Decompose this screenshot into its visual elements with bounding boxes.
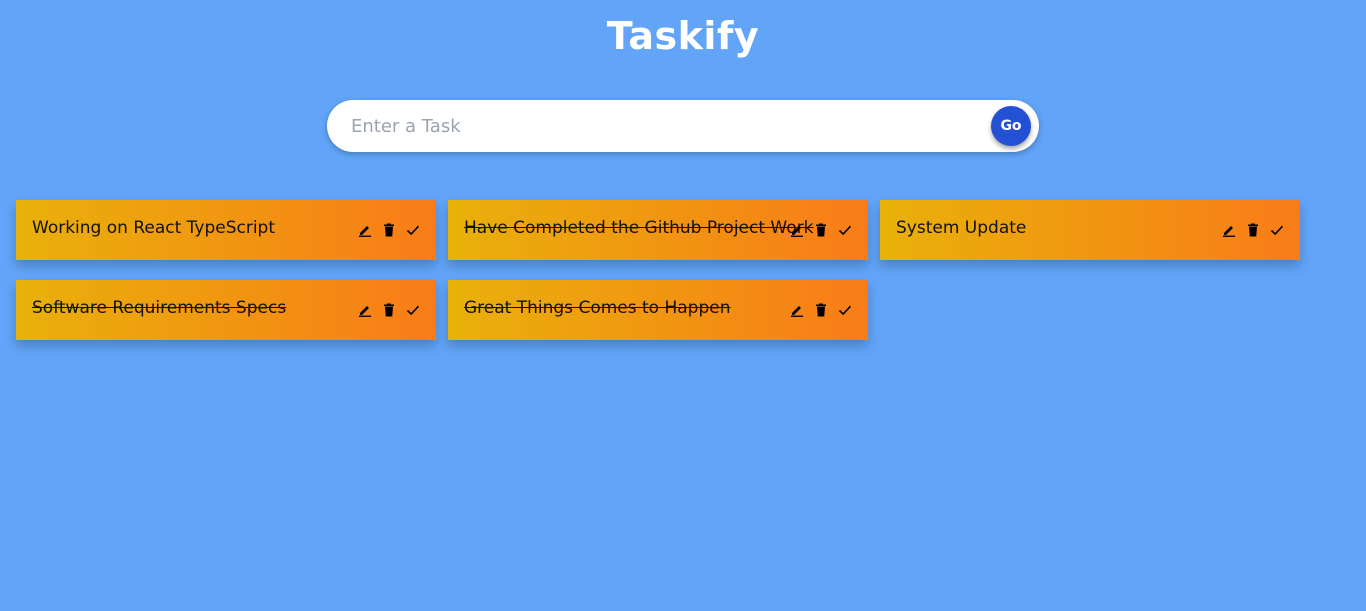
delete-icon[interactable] (814, 223, 828, 237)
delete-icon[interactable] (1246, 223, 1260, 237)
task-input[interactable] (327, 100, 967, 152)
go-button[interactable]: Go (991, 106, 1031, 146)
todo-card: Working on React TypeScript (16, 200, 436, 260)
todo-actions (790, 301, 852, 319)
todo-text: Have Completed the Github Project Work (464, 218, 814, 238)
check-icon[interactable] (406, 223, 420, 237)
todo-text: Working on React TypeScript (32, 218, 276, 238)
delete-icon[interactable] (382, 223, 396, 237)
todo-actions (790, 221, 852, 239)
todo-card: Have Completed the Github Project Work (448, 200, 868, 260)
app-title: Taskify (606, 14, 760, 58)
check-icon[interactable] (1270, 223, 1284, 237)
edit-icon[interactable] (1222, 223, 1236, 237)
edit-icon[interactable] (790, 223, 804, 237)
todo-card: Great Things Comes to Happen (448, 280, 868, 340)
check-icon[interactable] (838, 223, 852, 237)
todo-card: Software Requirements Specs (16, 280, 436, 340)
todo-text: Software Requirements Specs (32, 298, 287, 318)
edit-icon[interactable] (358, 303, 372, 317)
delete-icon[interactable] (814, 303, 828, 317)
task-input-form: Go (327, 100, 1039, 152)
check-icon[interactable] (838, 303, 852, 317)
todo-card: System Update (880, 200, 1300, 260)
edit-icon[interactable] (790, 303, 804, 317)
todo-text: Great Things Comes to Happen (464, 298, 731, 318)
todo-actions (358, 301, 420, 319)
todo-text: System Update (896, 218, 1027, 238)
todo-actions (358, 221, 420, 239)
delete-icon[interactable] (382, 303, 396, 317)
todo-actions (1222, 221, 1284, 239)
edit-icon[interactable] (358, 223, 372, 237)
check-icon[interactable] (406, 303, 420, 317)
